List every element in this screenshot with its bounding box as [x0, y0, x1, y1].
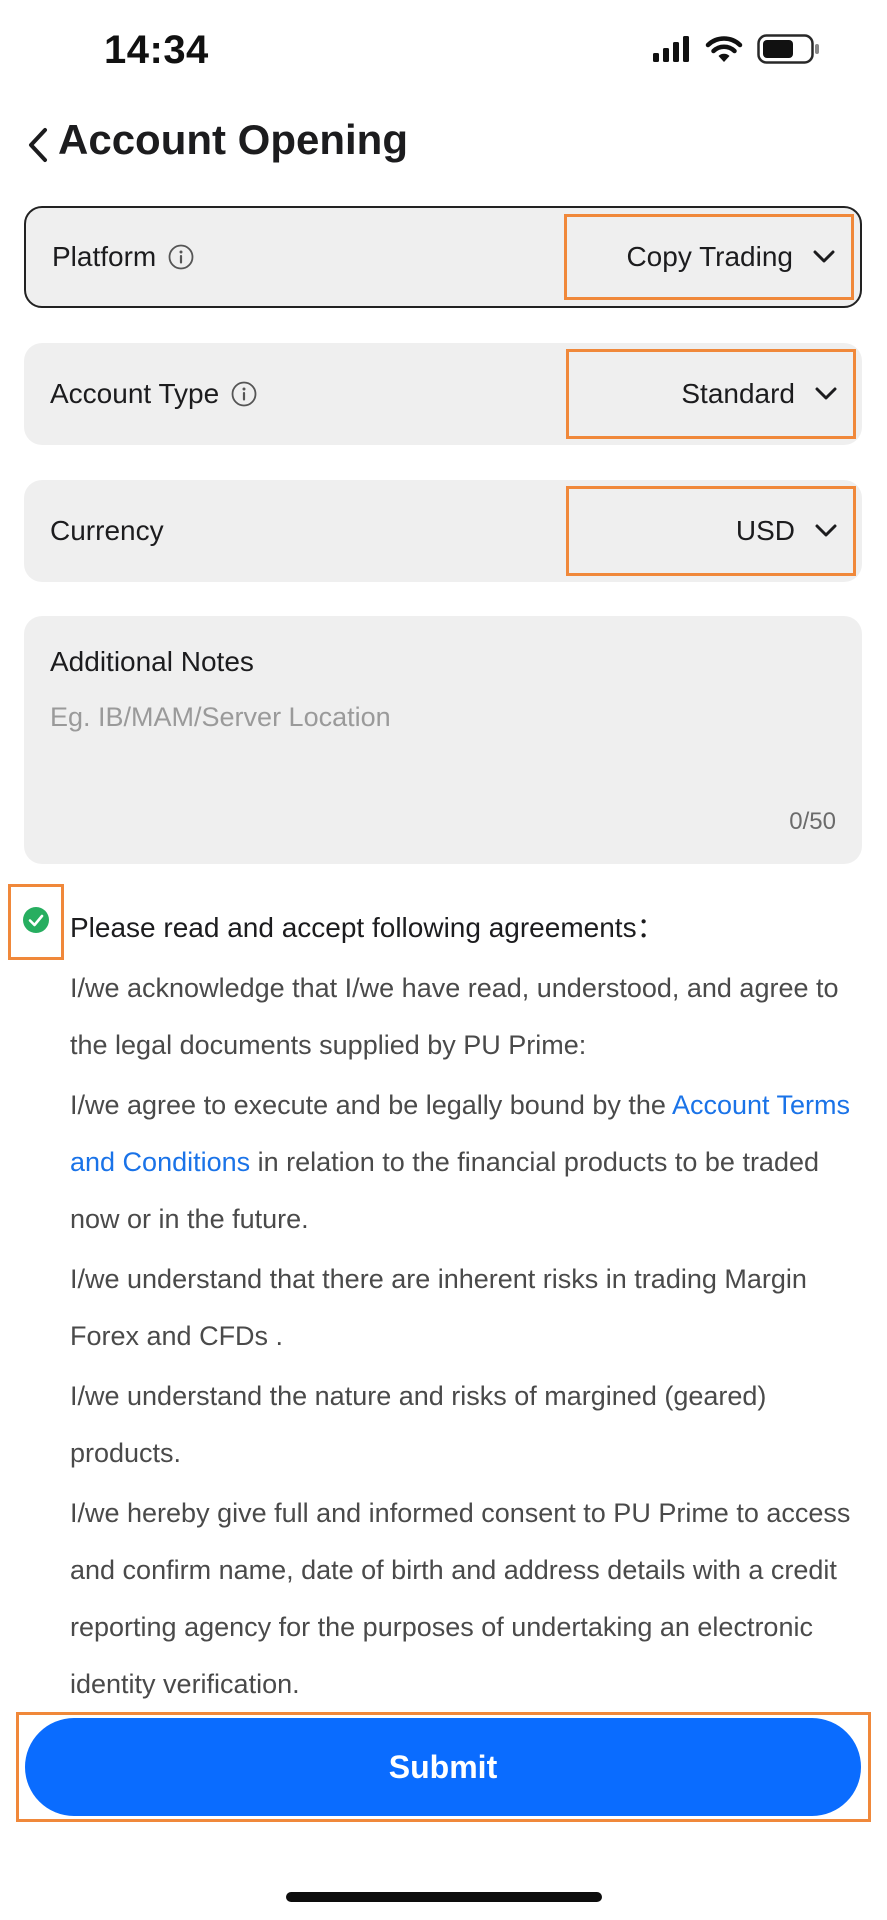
agreement-text: I/we acknowledge that I/we have read, un… — [70, 960, 860, 1716]
notes-label: Additional Notes — [50, 646, 254, 677]
notes-char-counter: 0/50 — [789, 808, 836, 835]
page-title: Account Opening — [58, 116, 408, 163]
agreement-title: Please read and accept following agreeme… — [70, 912, 665, 943]
agreement-checkbox[interactable] — [8, 884, 64, 960]
notes-input[interactable] — [50, 702, 830, 802]
currency-label-text: Currency — [50, 515, 164, 546]
battery-icon — [757, 34, 821, 69]
agreement-paragraph: I/we acknowledge that I/we have read, un… — [70, 973, 839, 1060]
currency-label: Currency — [50, 480, 176, 582]
info-icon[interactable] — [168, 244, 194, 270]
platform-label-text: Platform — [52, 241, 157, 272]
agreement-paragraph: I/we agree to execute and be legally bou… — [70, 1077, 860, 1248]
platform-label: Platform — [52, 208, 194, 306]
platform-select[interactable]: Copy Trading — [564, 214, 854, 300]
agreement-text-before-link: I/we agree to execute and be legally bou… — [70, 1090, 672, 1120]
account-type-label-text: Account Type — [50, 378, 220, 409]
account-type-select[interactable]: Standard — [566, 349, 856, 439]
account-type-value: Standard — [681, 378, 795, 409]
account-type-label: Account Type — [50, 343, 257, 445]
chevron-left-icon[interactable] — [18, 120, 58, 170]
currency-field: Currency USD — [24, 480, 862, 582]
check-circle-icon — [22, 906, 50, 939]
info-icon[interactable] — [231, 381, 257, 407]
header: Account Opening — [0, 110, 887, 180]
agreement-paragraph: I/we understand the nature and risks of … — [70, 1381, 767, 1468]
submit-button[interactable]: Submit — [25, 1718, 861, 1816]
chevron-down-icon — [813, 250, 835, 264]
chevron-down-icon — [815, 524, 837, 538]
status-time: 14:34 — [104, 28, 209, 72]
account-type-field: Account Type Standard — [24, 343, 862, 445]
platform-field: Platform Copy Trading — [24, 206, 862, 308]
agreement-paragraph: I/we understand that there are inherent … — [70, 1264, 807, 1351]
additional-notes-field: Additional Notes 0/50 — [24, 616, 862, 864]
wifi-icon — [705, 35, 743, 68]
home-indicator — [286, 1892, 602, 1902]
status-bar: 14:34 — [0, 0, 887, 100]
currency-select[interactable]: USD — [566, 486, 856, 576]
agreement-paragraph: I/we hereby give full and informed conse… — [70, 1498, 851, 1699]
platform-value: Copy Trading — [626, 241, 793, 272]
signal-icon — [653, 36, 691, 67]
chevron-down-icon — [815, 387, 837, 401]
status-icons — [653, 34, 821, 69]
currency-value: USD — [735, 515, 795, 546]
